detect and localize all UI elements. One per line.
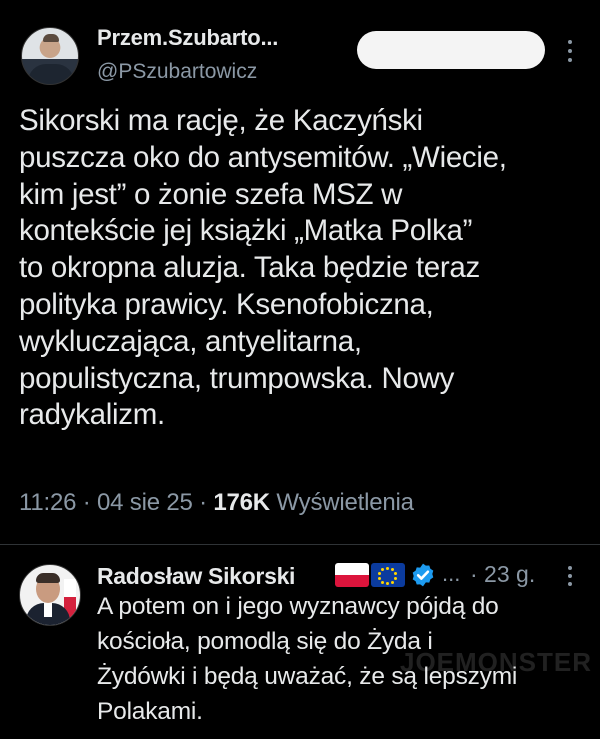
- author-avatar[interactable]: [21, 27, 79, 85]
- watermark: JOEMONSTER: [400, 647, 593, 677]
- tweet-date[interactable]: 04 sie 25: [97, 489, 193, 516]
- tweet-meta: 11:26 · 04 sie 25 · 176K Wyświetlenia: [19, 489, 414, 517]
- poland-flag-icon: [335, 563, 369, 587]
- more-vertical-icon[interactable]: [560, 38, 580, 66]
- reply-time[interactable]: · 23 g.: [470, 561, 535, 588]
- tweet-text-line: kim jest” o żonie szefa MSZ w: [19, 177, 403, 211]
- verified-badge-icon: [412, 563, 434, 587]
- avatar-suit: [28, 64, 74, 84]
- truncation-ellipsis: ...: [442, 561, 461, 586]
- tweet-text-line: populistyczna, trumpowska. Nowy: [19, 361, 455, 395]
- reply-text-line: A potem on i jego wyznawcy pójdą do: [97, 593, 499, 620]
- tweet-text-line: puszcza oko do antysemitów. „Wiecie,: [19, 140, 507, 174]
- views-label: Wyświetlenia: [276, 489, 414, 516]
- meta-separator: ·: [82, 489, 91, 516]
- more-vertical-icon[interactable]: [560, 564, 580, 590]
- tweet-text-line: kontekście jej książki „Matka Polka”: [19, 214, 473, 248]
- eu-flag-icon: [371, 563, 405, 587]
- views-count: 176K: [213, 489, 270, 516]
- tweet-text-line: Sikorski ma rację, że Kaczyński: [19, 104, 423, 137]
- reply-text-line: Polakami.: [97, 698, 203, 725]
- tweet-text-line: to okropna aluzja. Taka będzie teraz: [19, 251, 480, 285]
- reply-author-name[interactable]: Radosław Sikorski: [97, 563, 295, 590]
- reply-tweet[interactable]: Radosław Sikorski ... · 23 g. A potem on…: [0, 546, 600, 739]
- meta-separator: ·: [199, 489, 207, 516]
- reply-author-avatar[interactable]: [19, 564, 81, 626]
- follow-button[interactable]: [357, 31, 545, 69]
- author-name[interactable]: Przem.Szubarto...: [97, 25, 278, 51]
- tweet-text-line: wykluczająca, antyelitarna,: [19, 324, 362, 358]
- main-tweet[interactable]: Przem.Szubarto... @PSzubartowicz Sikorsk…: [0, 0, 600, 545]
- tweet-text-line: polityka prawicy. Ksenofobiczna,: [19, 287, 434, 321]
- tweet-text: Sikorski ma rację, że Kaczyński puszcza …: [19, 103, 589, 434]
- avatar-hair: [43, 34, 59, 42]
- author-handle[interactable]: @PSzubartowicz: [97, 60, 257, 84]
- tweet-text-line: radykalizm.: [19, 398, 165, 432]
- tweet-time[interactable]: 11:26: [19, 489, 76, 516]
